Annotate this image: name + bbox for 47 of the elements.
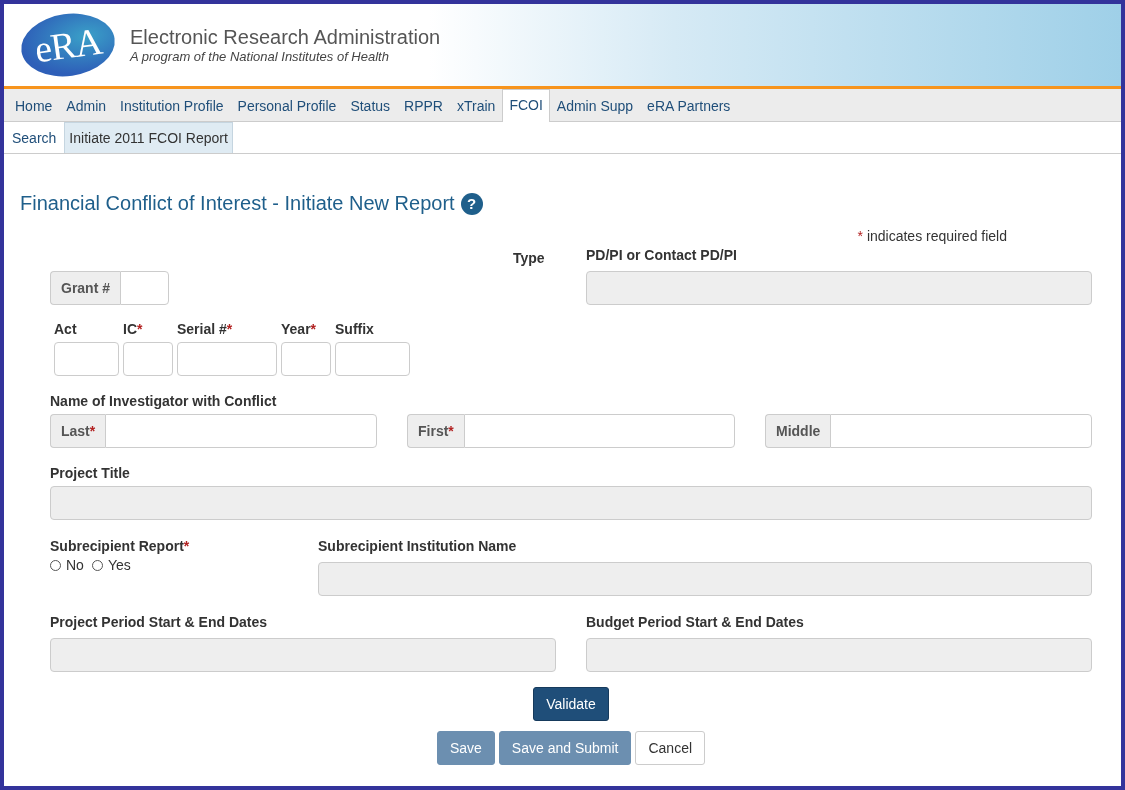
radio-option[interactable]: No (50, 557, 84, 573)
grant-part-field[interactable] (335, 342, 410, 376)
nav-tab[interactable]: Admin Supp (549, 90, 641, 121)
name-field[interactable] (463, 414, 735, 448)
nav-tab[interactable]: Institution Profile (113, 90, 231, 121)
field-label: Budget Period Start & End Dates (586, 614, 805, 630)
sub-tab[interactable]: Search (7, 122, 62, 153)
nav-tab[interactable]: Home (8, 90, 60, 121)
nav-tab[interactable]: Admin (59, 90, 114, 121)
action-button[interactable]: Cancel (635, 731, 706, 765)
field-label: Subrecipient Institution Name (318, 538, 518, 554)
grant-part-field[interactable] (54, 342, 119, 376)
radio-option[interactable]: Yes (91, 557, 131, 573)
field-label: Serial #* (177, 321, 234, 337)
grant-part-field[interactable] (281, 342, 331, 376)
field-label: Year* (281, 321, 318, 337)
nav-tab[interactable]: FCOI (502, 89, 550, 122)
validate-button[interactable]: Validate (533, 687, 609, 721)
nav-tab[interactable]: eRA Partners (640, 90, 738, 121)
field-label: PD/PI or Contact PD/PI (586, 247, 738, 263)
sub-tab[interactable]: Initiate 2011 FCOI Report (64, 122, 233, 153)
name-label: First* (407, 414, 464, 448)
type-label: Type (513, 250, 546, 266)
field-label: Project Title (50, 465, 131, 481)
field-label: Act (54, 321, 78, 337)
page-title: Financial Conflict of Interest - Initiate New Report (20, 192, 455, 215)
name-field[interactable] (830, 414, 1092, 448)
help-icon[interactable]: ? (460, 192, 483, 215)
name-field[interactable] (105, 414, 377, 448)
site-title: Electronic Research Administration (130, 26, 441, 49)
field-label: Subrecipient Report* (50, 538, 191, 554)
grant-field[interactable] (120, 271, 169, 305)
nav-tab[interactable]: Status (343, 90, 398, 121)
nav-tab[interactable]: RPPR (397, 90, 450, 121)
site-subtitle: A program of the National Institutes of Health (130, 49, 390, 64)
name-label: Last* (50, 414, 106, 448)
name-label: Middle (765, 414, 831, 448)
nav-tab[interactable]: Personal Profile (230, 90, 344, 121)
field-label: IC* (123, 321, 144, 337)
nav-tab[interactable]: xTrain (450, 90, 503, 121)
required-note: * indicates required field (857, 228, 1007, 244)
grant-label: Grant # (50, 271, 120, 305)
field-label: Project Period Start & End Dates (50, 614, 269, 630)
grant-part-field[interactable] (177, 342, 277, 376)
section-label: Name of Investigator with Conflict (50, 393, 278, 409)
field-label: Suffix (335, 321, 375, 337)
grant-part-field[interactable] (123, 342, 173, 376)
